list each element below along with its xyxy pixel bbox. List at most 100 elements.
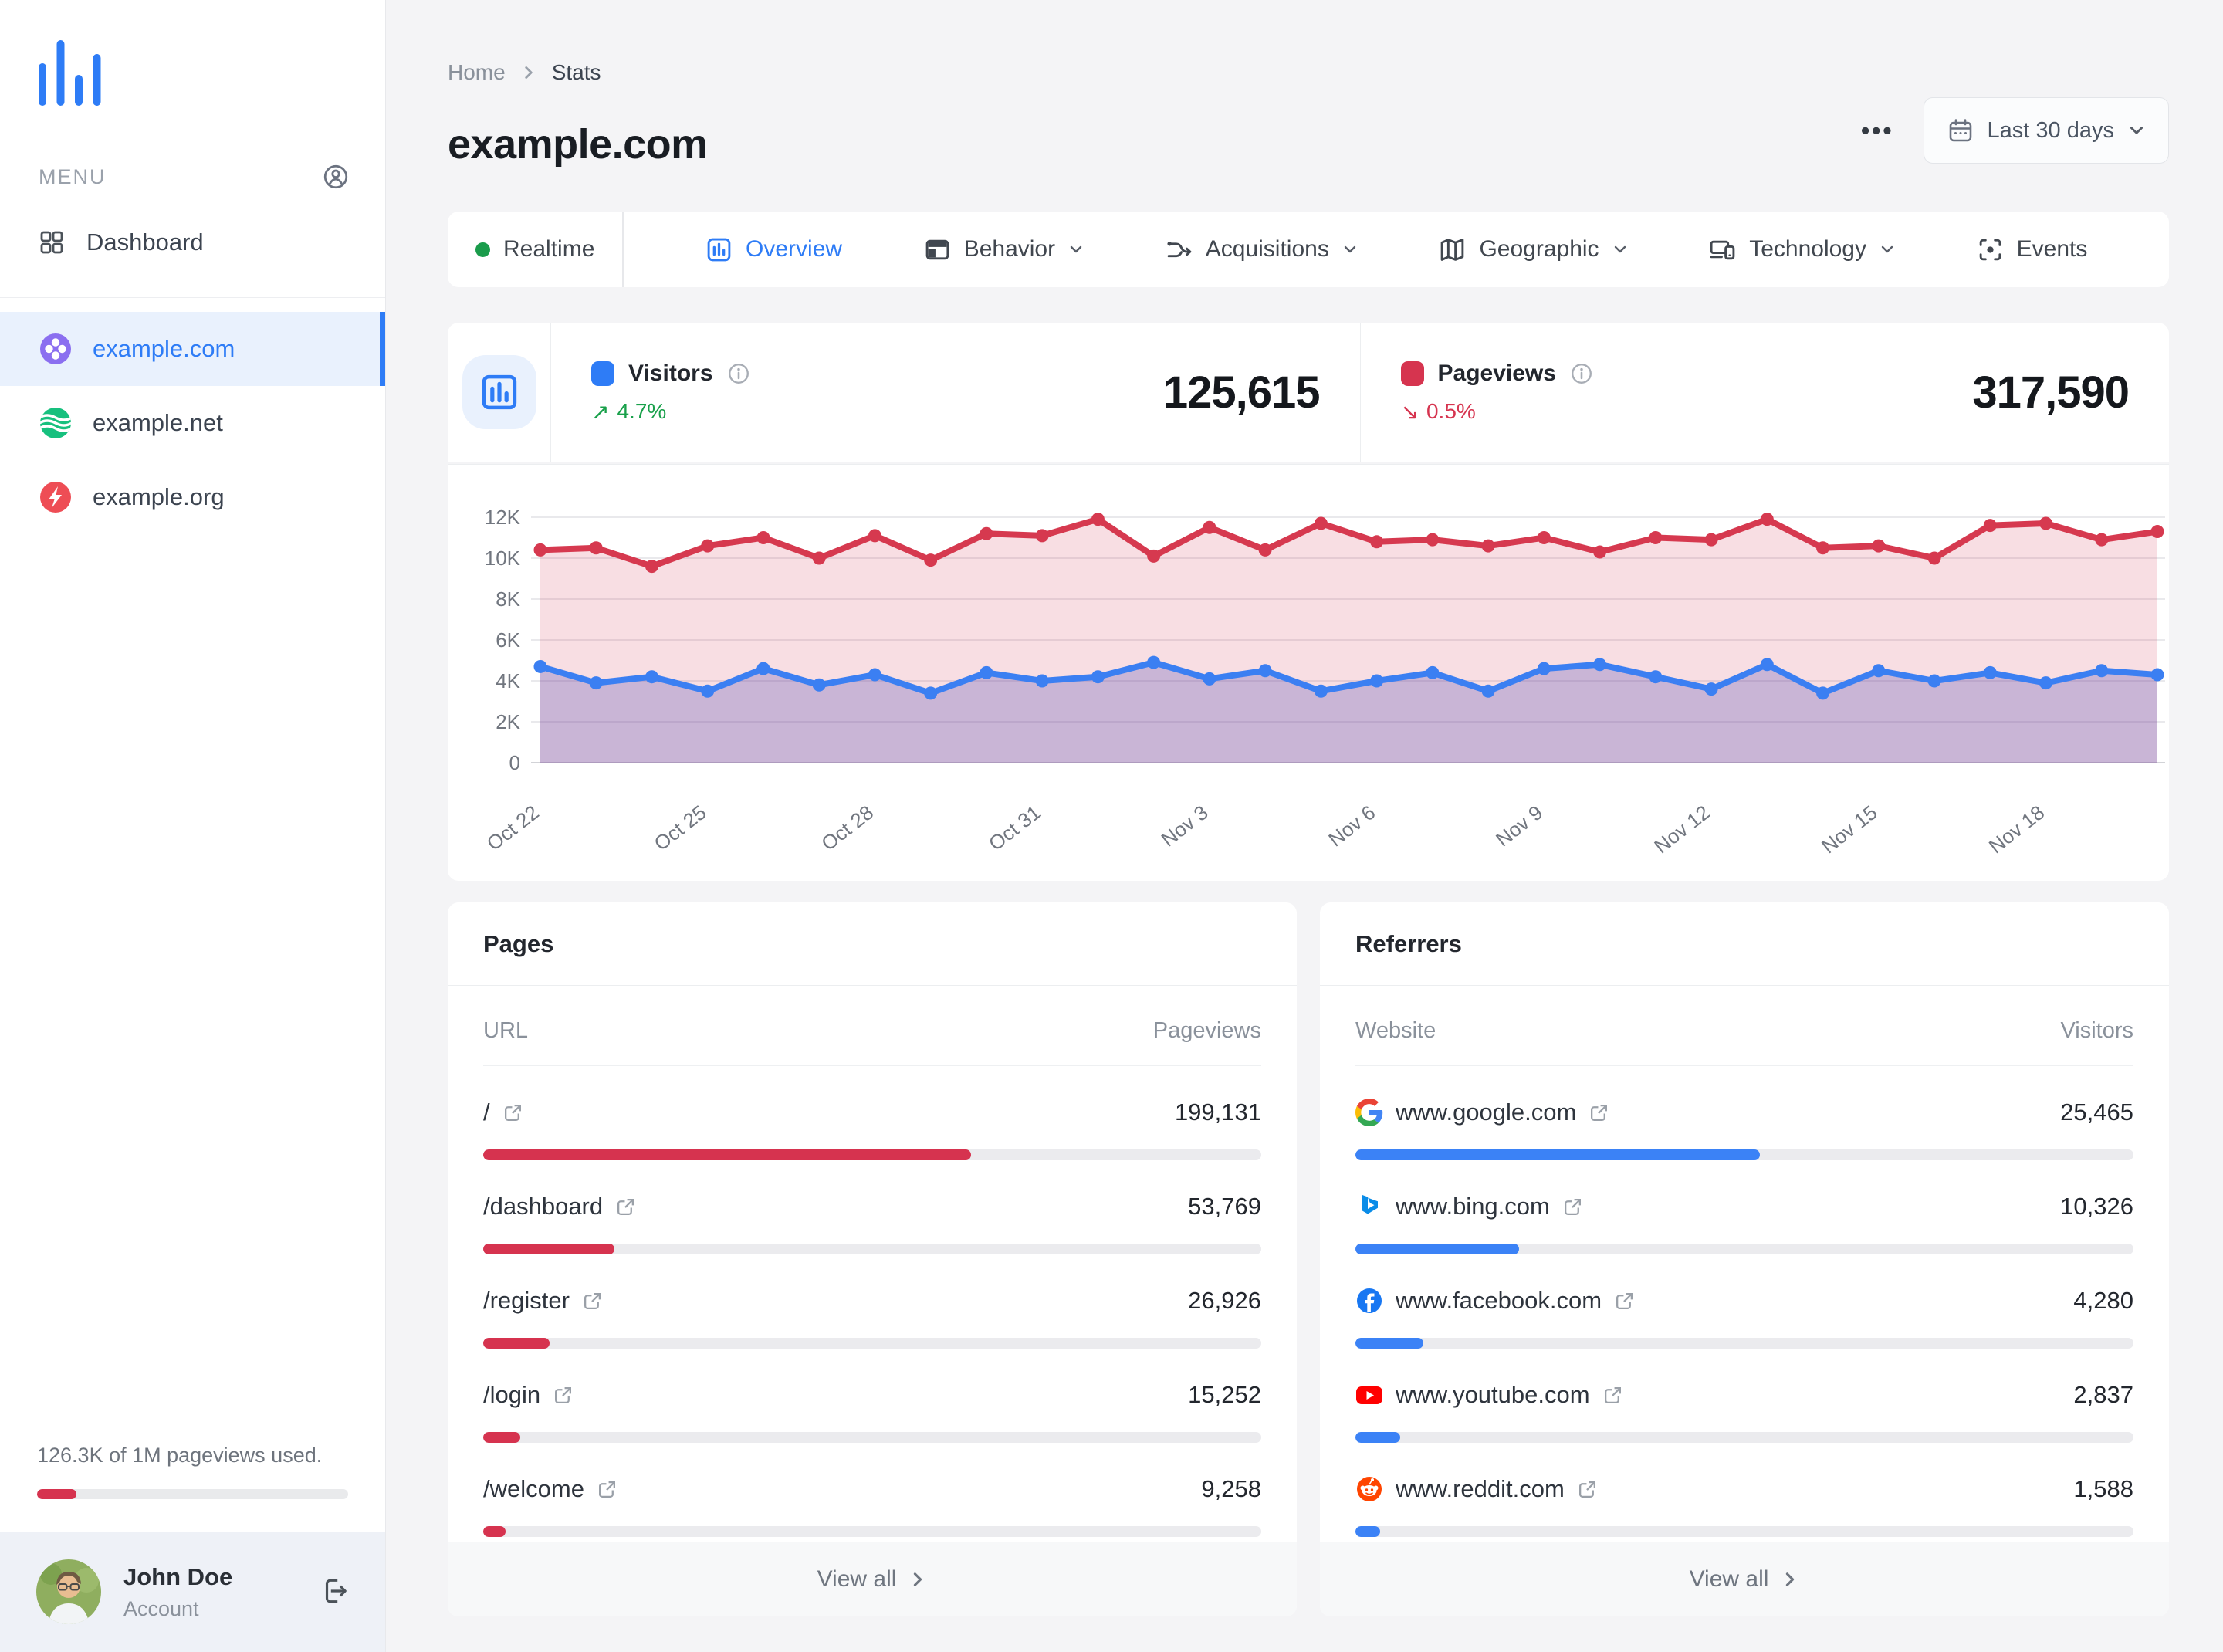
- svg-text:Nov 9: Nov 9: [1491, 801, 1547, 851]
- breadcrumb: Home Stats: [448, 60, 2169, 85]
- referrer-value: 1,588: [2073, 1475, 2133, 1502]
- site-favicon-clover-icon: [40, 333, 71, 364]
- user-name: John Doe: [124, 1562, 233, 1590]
- referrer-link[interactable]: www.bing.com: [1355, 1193, 1583, 1220]
- usage-text: 126.3K of 1M pageviews used.: [37, 1444, 323, 1467]
- page-bar: [483, 1526, 1261, 1537]
- referrer-link[interactable]: www.google.com: [1355, 1099, 1609, 1126]
- page-link[interactable]: /dashboard: [483, 1193, 636, 1220]
- chevron-down-icon: [1614, 245, 1626, 253]
- svg-text:Nov 15: Nov 15: [1817, 801, 1881, 858]
- reddit-favicon-icon: [1357, 1477, 1382, 1501]
- svg-text:12K: 12K: [485, 506, 521, 529]
- referrer-bar: [1355, 1244, 2133, 1254]
- external-link-icon: [1564, 1198, 1581, 1215]
- sidebar-item-label: Dashboard: [86, 229, 204, 256]
- geographic-map-icon: [1441, 238, 1464, 261]
- pages-view-all-button[interactable]: View all: [448, 1542, 1297, 1616]
- chevron-right-icon: [1786, 1572, 1795, 1586]
- avatar: [36, 1559, 101, 1624]
- pageviews-stat: Pageviews ↘ 0.5% 317,590: [1359, 323, 2170, 462]
- tab-events[interactable]: Events: [1977, 236, 2087, 263]
- referrer-value: 10,326: [2060, 1193, 2133, 1220]
- app-logo[interactable]: [0, 0, 385, 112]
- external-link-icon: [584, 1292, 601, 1309]
- page-link[interactable]: /: [483, 1099, 523, 1126]
- logout-icon: [325, 1579, 347, 1603]
- page-link[interactable]: /register: [483, 1287, 603, 1315]
- traffic-line-chart: 0 2K 4K 6K 8K 10K 12K Oct 22 Oct 25 Oct 28 Oct 31 N…: [482, 506, 2165, 858]
- svg-text:Oct 25: Oct 25: [650, 801, 711, 855]
- visitors-label: Visitors: [628, 360, 713, 386]
- tab-overview[interactable]: Overview: [705, 236, 842, 263]
- svg-text:8K: 8K: [496, 587, 520, 611]
- referrer-bar: [1355, 1149, 2133, 1160]
- breadcrumb-home-link[interactable]: Home: [448, 60, 506, 85]
- page-link[interactable]: /login: [483, 1381, 574, 1409]
- chevron-down-icon: [1344, 245, 1356, 253]
- sidebar-item-example-org[interactable]: example.org: [0, 460, 385, 534]
- behavior-window-icon: [925, 239, 949, 259]
- technology-devices-icon: [1710, 240, 1735, 259]
- svg-text:Nov 12: Nov 12: [1649, 801, 1714, 858]
- tab-acquisitions[interactable]: Acquisitions: [1166, 236, 1358, 263]
- pages-panel: Pages URL Pageviews / 199,131/dashboard 53…: [448, 902, 1297, 1616]
- date-range-label: Last 30 days: [1987, 117, 2114, 143]
- sidebar-item-example-net[interactable]: example.net: [0, 386, 385, 460]
- referrer-bar: [1355, 1338, 2133, 1349]
- referrer-row: www.google.com 25,465: [1355, 1099, 2133, 1160]
- page-value: 53,769: [1188, 1193, 1261, 1220]
- app-root: MENU Dashboard example.com example.net e…: [0, 0, 2223, 1652]
- svg-text:Oct 28: Oct 28: [817, 801, 878, 855]
- external-link-icon: [1591, 1104, 1608, 1121]
- sidebar-item-dashboard[interactable]: Dashboard: [0, 209, 385, 276]
- tab-geographic[interactable]: Geographic: [1439, 236, 1627, 263]
- referrer-link[interactable]: www.facebook.com: [1355, 1287, 1635, 1315]
- referrer-row: www.reddit.com 1,588: [1355, 1475, 2133, 1537]
- usage-meter: 126.3K of 1M pageviews used.: [0, 1444, 385, 1532]
- page-row: / 199,131: [483, 1099, 1261, 1160]
- grid-icon: [40, 231, 63, 254]
- sidebar-item-example-com[interactable]: example.com: [0, 312, 385, 386]
- pages-col-url: URL: [483, 1018, 529, 1043]
- page-bar: [483, 1338, 1261, 1349]
- referrer-row: www.facebook.com 4,280: [1355, 1287, 2133, 1349]
- external-link-icon: [1604, 1386, 1621, 1403]
- chevron-down-icon: [1881, 245, 1893, 253]
- tab-behavior[interactable]: Behavior: [924, 236, 1084, 263]
- bing-favicon-icon: [1362, 1195, 1378, 1214]
- external-link-icon: [504, 1104, 521, 1121]
- page-value: 15,252: [1188, 1381, 1261, 1408]
- traffic-chart-card: 0 2K 4K 6K 8K 10K 12K Oct 22 Oct 25 Oct 28 Oct 31 N…: [448, 464, 2169, 881]
- date-range-button[interactable]: Last 30 days: [1923, 97, 2169, 164]
- referrer-value: 4,280: [2073, 1287, 2133, 1314]
- breadcrumb-current: Stats: [551, 60, 601, 84]
- visitors-change: ↗ 4.7%: [591, 399, 667, 424]
- info-icon[interactable]: [727, 362, 750, 385]
- chevron-down-icon: [2130, 127, 2143, 134]
- chevron-right-icon: [914, 1572, 922, 1586]
- user-circle-icon[interactable]: [322, 163, 350, 191]
- referrer-link[interactable]: www.youtube.com: [1355, 1381, 1623, 1409]
- external-link-icon: [598, 1481, 615, 1498]
- svg-text:Nov 18: Nov 18: [1984, 801, 2049, 858]
- visitors-stat: Visitors ↗ 4.7% 125,615: [550, 323, 1360, 462]
- referrers-view-all-button[interactable]: View all: [1320, 1542, 2169, 1616]
- page-title: example.com: [448, 121, 708, 168]
- pageviews-value: 317,590: [1972, 367, 2130, 418]
- referrers-panel-title: Referrers: [1320, 902, 2169, 986]
- page-link[interactable]: /welcome: [483, 1475, 618, 1503]
- account-footer[interactable]: John Doe Account: [0, 1532, 385, 1652]
- page-row: /welcome 9,258: [483, 1475, 1261, 1537]
- svg-text:Oct 22: Oct 22: [482, 801, 543, 855]
- logout-button[interactable]: [319, 1576, 350, 1609]
- external-link-icon: [1578, 1481, 1595, 1498]
- overflow-menu-button[interactable]: •••: [1861, 117, 1894, 145]
- info-icon[interactable]: [1570, 362, 1593, 385]
- tab-technology[interactable]: Technology: [1709, 236, 1895, 263]
- tab-realtime[interactable]: Realtime: [448, 212, 624, 287]
- bar-chart-icon: [482, 374, 516, 410]
- overview-chart-icon: [707, 238, 731, 261]
- facebook-favicon-icon: [1357, 1288, 1382, 1313]
- referrer-link[interactable]: www.reddit.com: [1355, 1475, 1598, 1503]
